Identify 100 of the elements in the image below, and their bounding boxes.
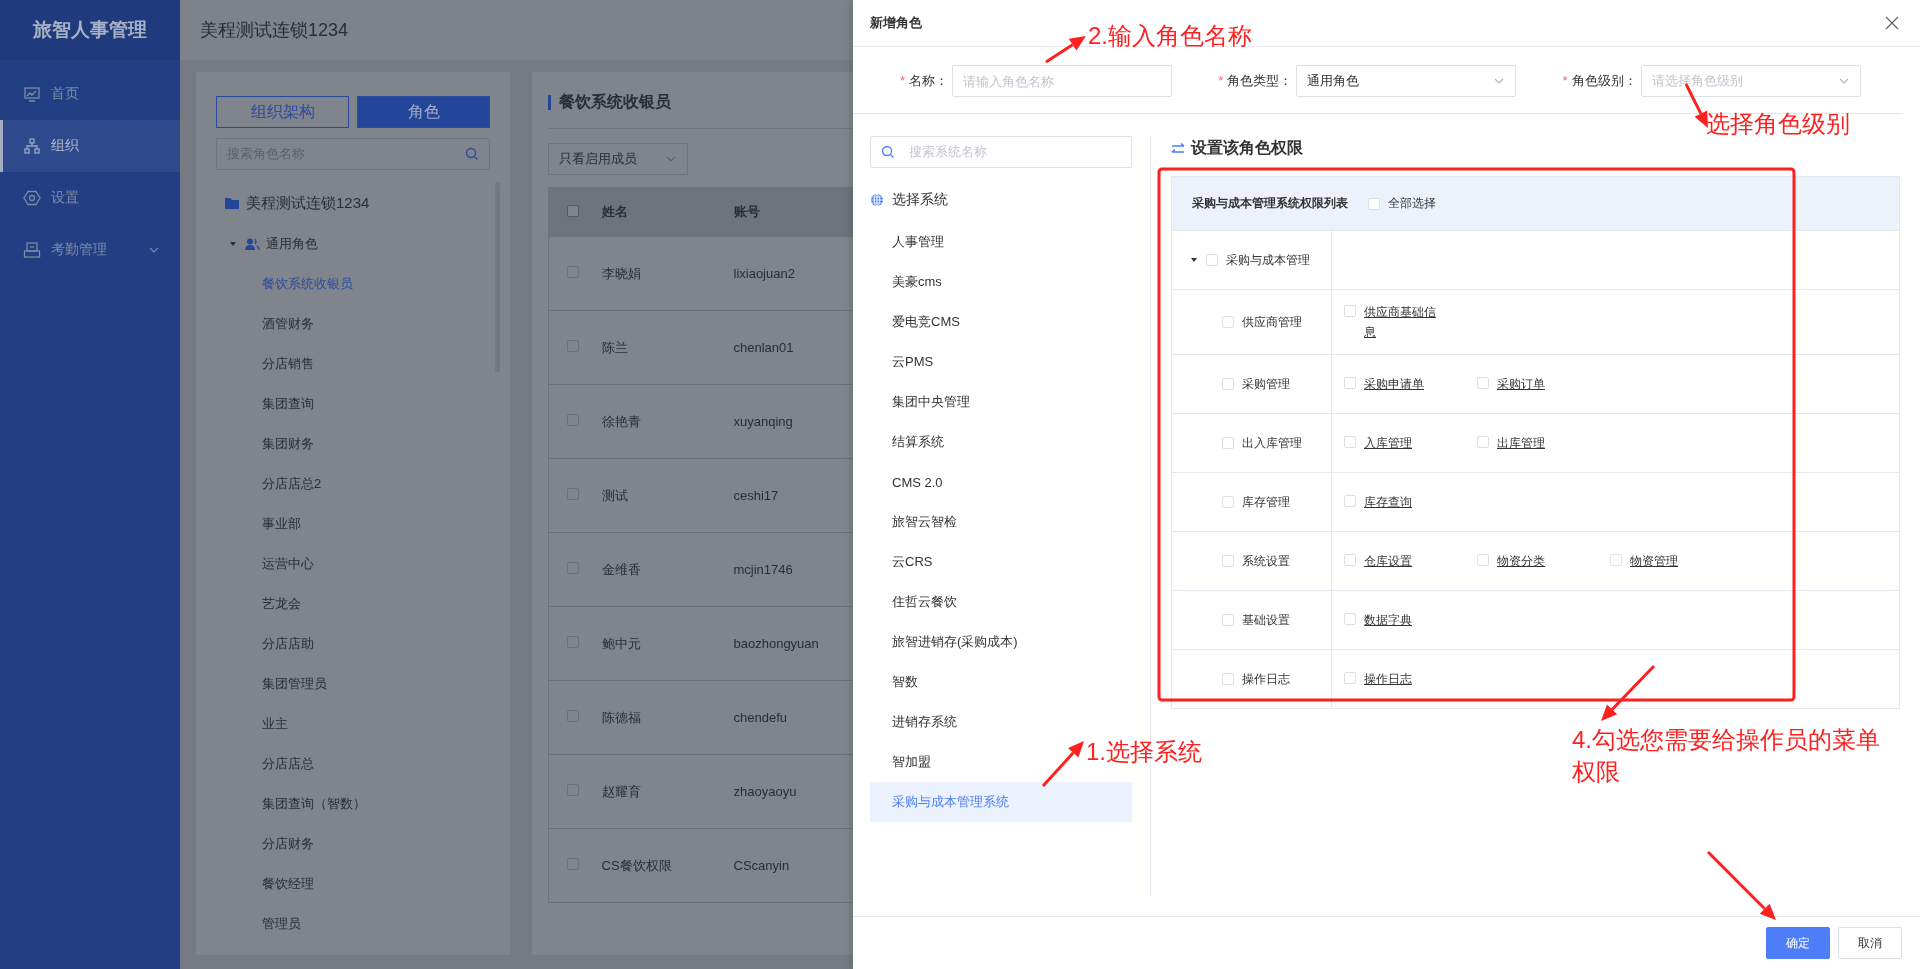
system-item[interactable]: 旅智云智检 — [870, 502, 957, 542]
system-item[interactable]: 智数 — [870, 662, 918, 702]
permission-link[interactable]: 操作日志 — [1364, 669, 1412, 689]
checkbox-label: 采购管理 — [1242, 375, 1290, 393]
permission-link[interactable]: 入库管理 — [1364, 433, 1412, 453]
confirm-button[interactable]: 确定 — [1766, 927, 1830, 959]
system-item[interactable]: CMS 2.0 — [870, 462, 943, 502]
role-item[interactable]: 集团财务 — [262, 435, 314, 453]
system-item[interactable]: 智加盟 — [870, 742, 931, 782]
annotation-text: 4.勾选您需要给操作员的菜单权限 — [1572, 725, 1881, 787]
role-item[interactable]: 管理员 — [262, 915, 301, 933]
table-cell: 徐艳青 — [601, 413, 641, 429]
table-cell: ceshi17 — [733, 488, 779, 503]
annotation-arrow — [1045, 36, 1086, 64]
role-item[interactable]: 集团查询 — [262, 395, 314, 413]
role-item[interactable]: 酒管财务 — [262, 315, 314, 333]
tree-group[interactable]: 通用角色 — [266, 235, 318, 253]
role-item[interactable]: 集团管理员 — [262, 675, 327, 693]
section-heading: 选择系统 — [892, 191, 948, 209]
nav-item[interactable]: 考勤管理 — [0, 224, 180, 276]
system-item[interactable]: 云PMS — [870, 342, 934, 382]
system-item[interactable]: 旅智进销存(采购成本) — [870, 622, 1018, 662]
filter-select[interactable]: 只看启用成员 — [548, 143, 688, 175]
role-item[interactable]: 业主 — [262, 715, 288, 733]
system-item[interactable]: 美豪cms — [870, 262, 942, 302]
search-icon — [465, 147, 479, 161]
table-cell: 李晓娟 — [601, 265, 641, 281]
nav-item[interactable]: 组织 — [0, 120, 180, 172]
input-field[interactable]: 请输入角色名称 — [952, 65, 1172, 97]
role-item[interactable]: 事业部 — [262, 515, 301, 533]
system-item[interactable]: 进销存系统 — [870, 702, 957, 742]
close-icon[interactable] — [1884, 15, 1900, 31]
table-cell: 陈德福 — [601, 709, 641, 725]
table-cell: mcjin1746 — [733, 562, 793, 577]
checkbox-label: 出入库管理 — [1242, 434, 1302, 452]
permission-link[interactable]: 供应商基础信息 — [1364, 302, 1444, 342]
table-cell: 测试 — [601, 487, 628, 503]
table-cell: xuyanqing — [733, 414, 793, 429]
tab[interactable]: 角色 — [357, 96, 490, 128]
checkbox-label: 库存管理 — [1242, 493, 1290, 511]
annotation-text: 1.选择系统 — [1086, 737, 1202, 767]
select-field[interactable]: 通用角色 — [1296, 65, 1517, 97]
role-item[interactable]: 运营中心 — [262, 555, 314, 573]
checkbox-label: 操作日志 — [1242, 670, 1290, 688]
org-chart-icon — [23, 137, 41, 155]
tray-icon — [23, 241, 41, 259]
permission-link[interactable]: 采购订单 — [1497, 374, 1545, 394]
system-item[interactable]: 爱电竞CMS — [870, 302, 960, 342]
system-item[interactable]: 结算系统 — [870, 422, 944, 462]
permission-link[interactable]: 数据字典 — [1364, 610, 1412, 630]
system-item[interactable]: 集团中央管理 — [870, 382, 970, 422]
nav-item[interactable]: 首页 — [0, 68, 180, 120]
tab[interactable]: 组织架构 — [216, 96, 349, 128]
nav-item[interactable]: 设置 — [0, 172, 180, 224]
table-cell: lixiaojuan2 — [733, 266, 795, 281]
checkbox-label: 供应商管理 — [1242, 313, 1302, 331]
permission-link[interactable]: 物资分类 — [1497, 551, 1545, 571]
tree-root: 美程测试连锁1234 — [246, 193, 370, 213]
caret-icon[interactable] — [1190, 256, 1198, 264]
role-item[interactable]: 餐饮经理 — [262, 875, 314, 893]
role-item[interactable]: 分店店总2 — [262, 475, 322, 493]
table-cell: 陈兰 — [601, 339, 628, 355]
role-item[interactable]: 分店店总 — [262, 755, 314, 773]
folder-icon — [224, 195, 240, 211]
field-label: * 名称： — [898, 72, 949, 90]
app-logo: 旅智人事管理 — [0, 0, 180, 60]
checkbox[interactable] — [567, 204, 579, 217]
permission-link[interactable]: 仓库设置 — [1364, 551, 1412, 571]
role-item[interactable]: 分店销售 — [262, 355, 314, 373]
role-item[interactable]: 艺龙会 — [262, 595, 301, 613]
annotation-arrow — [1706, 850, 1776, 920]
permission-link[interactable]: 采购申请单 — [1364, 374, 1424, 394]
role-item[interactable]: 分店店助 — [262, 635, 314, 653]
sliders-icon — [1171, 142, 1185, 154]
role-item[interactable]: 分店财务 — [262, 835, 314, 853]
permission-link[interactable]: 出库管理 — [1497, 433, 1545, 453]
system-item[interactable]: 人事管理 — [870, 222, 944, 262]
role-item[interactable]: 餐饮系统收银员 — [262, 275, 353, 293]
table-title: 采购与成本管理系统权限列表 — [1192, 195, 1348, 212]
search-icon — [881, 145, 895, 159]
page-title: 美程测试连锁1234 — [200, 19, 349, 42]
system-item[interactable]: 住哲云餐饮 — [870, 582, 957, 622]
system-item[interactable]: 采购与成本管理系统 — [870, 782, 1132, 822]
table-cell: zhaoyaoyu — [733, 784, 797, 799]
field-label: * 角色级别： — [1561, 72, 1638, 90]
checkbox-label: 采购与成本管理 — [1226, 251, 1310, 269]
monitor-chart-icon — [23, 85, 41, 103]
table-cell: chenlan01 — [733, 340, 794, 355]
permission-link[interactable]: 库存查询 — [1364, 492, 1412, 512]
panel-title: 餐饮系统收银员 — [559, 91, 671, 112]
globe-icon — [870, 193, 884, 207]
section-title: 设置该角色权限 — [1191, 137, 1303, 158]
dialog-title: 新增角色 — [870, 14, 922, 32]
field-label: * 角色类型： — [1217, 72, 1294, 90]
cancel-button[interactable]: 取消 — [1838, 927, 1902, 959]
permission-link[interactable]: 物资管理 — [1630, 551, 1678, 571]
column-header: 姓名 — [601, 204, 628, 219]
role-item[interactable]: 集团查询（智数） — [262, 795, 366, 813]
users-icon — [244, 237, 260, 251]
system-item[interactable]: 云CRS — [870, 542, 933, 582]
